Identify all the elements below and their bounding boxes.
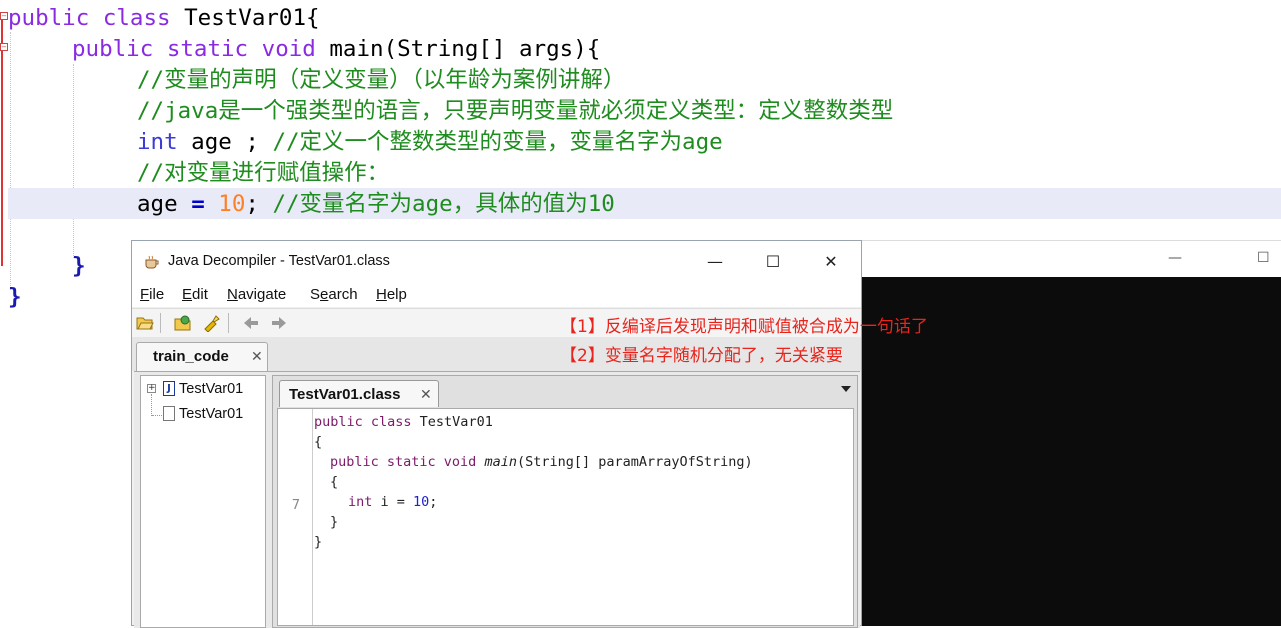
change-marker-bar [1, 14, 3, 266]
flashlight-icon[interactable] [202, 314, 220, 332]
code-line-6: //对变量进行赋值操作： [137, 160, 390, 186]
console-titlebar [862, 240, 1281, 278]
code-text: i = [380, 494, 414, 510]
keyword: public static void [72, 36, 330, 62]
code-line-5: int age ; //定义一个整数类型的变量，变量名字为age [137, 127, 723, 158]
decompiled-line-5: int i = 10; [348, 492, 437, 512]
forward-arrow-icon[interactable] [270, 314, 288, 332]
titlebar[interactable]: Java Decompiler - TestVar01.class — ☐ ✕ [132, 241, 861, 283]
code-text: age [137, 191, 192, 217]
parameters: (String[] paramArrayOfString) [516, 454, 753, 470]
window-title: Java Decompiler - TestVar01.class [168, 253, 390, 269]
decompiler-window: Java Decompiler - TestVar01.class — ☐ ✕ … [131, 240, 862, 628]
indent-guide [73, 64, 75, 258]
tree-item-testvar01-class[interactable]: TestVar01 [179, 406, 243, 422]
line-number: 7 [291, 497, 300, 513]
class-name: TestVar01{ [184, 5, 320, 31]
open-folder-icon[interactable] [136, 314, 154, 332]
tree-item-testvar01-java[interactable]: TestVar01 [179, 381, 243, 397]
menu-mnemonic: E [182, 286, 193, 303]
method-signature: main(String[] args){ [329, 36, 601, 62]
close-icon[interactable]: ✕ [251, 349, 263, 365]
tab-label: train_code [153, 348, 229, 365]
tab-train-code[interactable]: train_code ✕ [136, 342, 268, 371]
code-text: ; [429, 494, 438, 510]
menu-file[interactable]: File [140, 286, 164, 303]
tree-connector [152, 415, 162, 416]
operator: = [191, 191, 205, 217]
decompiled-line-7: } [314, 534, 323, 550]
method-name: main [484, 454, 517, 470]
console-minimize-button[interactable]: — [1168, 250, 1182, 266]
decompiled-code-view[interactable]: 7 public class TestVar01 { public static… [277, 408, 854, 626]
menu-mnemonic: N [227, 286, 238, 303]
comment: //变量名字为age，具体的值为10 [272, 191, 615, 217]
coffee-cup-icon [145, 255, 159, 269]
decompiled-line-1: public class TestVar01 [314, 412, 493, 432]
number-literal: 10 [204, 191, 246, 217]
keyword: int [137, 129, 178, 155]
annotation-2: 【2】变量名字随机分配了，无关紧要 [560, 346, 843, 366]
keyword: public static void [330, 454, 485, 470]
decompiled-line-4: { [330, 474, 339, 490]
menu-label: avigate [237, 286, 287, 303]
console-maximize-button[interactable]: ☐ [1257, 250, 1270, 266]
open-type-icon[interactable] [174, 314, 192, 332]
menu-label: elp [386, 286, 407, 303]
code-line-4: //java是一个强类型的语言，只要声明变量就必须定义类型：定义整数类型 [137, 98, 894, 124]
tab-label: TestVar01.class [289, 386, 401, 403]
code-line-10: } [8, 284, 22, 310]
tab-list-dropdown-icon[interactable] [841, 386, 851, 392]
minimize-button[interactable]: — [692, 247, 738, 277]
code-line-7: age = 10; //变量名字为age，具体的值为10 [137, 189, 615, 220]
decompiled-line-2: { [314, 434, 323, 450]
back-arrow-icon[interactable] [242, 314, 260, 332]
menu-label: ile [149, 286, 165, 303]
fold-collapse-icon[interactable]: − [0, 43, 8, 51]
java-file-icon: J [163, 381, 175, 396]
code-line-3: //变量的声明（定义变量）（以年龄为案例讲解） [137, 67, 626, 93]
close-button[interactable]: ✕ [808, 247, 854, 277]
tab-testvar01-class[interactable]: TestVar01.class ✕ [279, 380, 439, 407]
keyword: public class [8, 5, 185, 31]
code-line-1: public class TestVar01{ [8, 3, 320, 34]
maximize-button[interactable]: ☐ [750, 247, 796, 277]
class-name: TestVar01 [419, 414, 493, 430]
class-file-icon [163, 406, 175, 421]
menu-label: dit [192, 286, 208, 303]
menu-search[interactable]: Search [310, 286, 358, 303]
code-line-9: } [72, 253, 86, 279]
keyword: public class [314, 414, 420, 430]
keyword: int [348, 494, 381, 510]
editor-panel: TestVar01.class ✕ 7 public class TestVar… [272, 375, 858, 628]
decompiled-line-3: public static void main(String[] paramAr… [330, 452, 753, 472]
comment: //定义一个整数类型的变量，变量名字为age [272, 129, 723, 155]
menubar: File Edit Navigate Search Help [132, 283, 861, 307]
code-text: age ; [177, 129, 273, 155]
class-tree: + J TestVar01 TestVar01 [140, 375, 266, 628]
indent-guide [10, 32, 12, 290]
code-text: ; [245, 191, 273, 217]
menu-edit[interactable]: Edit [182, 286, 208, 303]
fold-collapse-icon[interactable]: − [0, 12, 8, 20]
menu-mnemonic: F [140, 286, 150, 303]
code-line-2: public static void main(String[] args){ [72, 34, 600, 65]
annotation-1: 【1】反编译后发现声明和赋值被合成为一句话了 [560, 317, 928, 337]
number-literal: 10 [413, 494, 430, 510]
toolbar-separator [228, 313, 229, 333]
expand-icon[interactable]: + [147, 384, 156, 393]
close-icon[interactable]: ✕ [420, 387, 432, 403]
menu-mnemonic: H [376, 286, 387, 303]
decompiled-line-6: } [330, 514, 339, 530]
menu-label: S [310, 286, 321, 303]
tree-connector [151, 394, 152, 416]
line-number-gutter: 7 [278, 409, 313, 625]
main-content: + J TestVar01 TestVar01 TestVar01.class … [134, 371, 860, 628]
menu-label: arch [328, 286, 358, 303]
menu-navigate[interactable]: Navigate [227, 286, 286, 303]
toolbar-separator [160, 313, 161, 333]
menu-help[interactable]: Help [376, 286, 407, 303]
